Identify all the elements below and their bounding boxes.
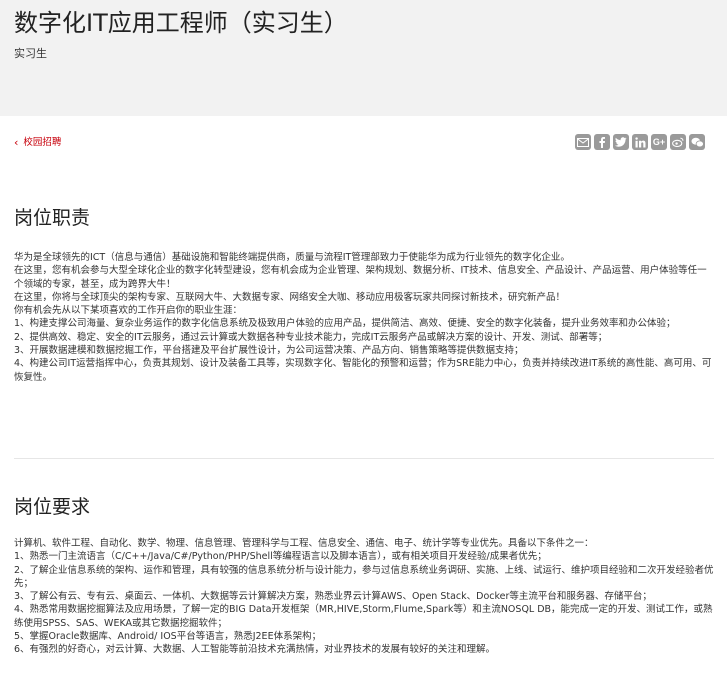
weibo-icon[interactable]: [670, 134, 686, 150]
responsibility-paragraph: 2、提供高效、稳定、安全的IT云服务，通过云计算或大数据各种专业技术能力，完成I…: [14, 331, 608, 343]
responsibility-paragraph: 在这里，您有机会参与大型全球化企业的数字化转型建设，您有机会成为企业管理、架构规…: [14, 265, 707, 290]
requirement-paragraph: 1、熟悉一门主流语言（C/C++/Java/C#/Python/PHP/Shel…: [14, 551, 547, 563]
responsibility-paragraph: 4、构建公司IT运营指挥中心，负责其规划、设计及装备工具等，实现数字化、智能化的…: [14, 358, 712, 383]
twitter-icon[interactable]: [613, 134, 629, 150]
responsibilities-heading: 岗位职责: [14, 207, 91, 229]
responsibilities-section: 岗位职责 华为是全球领先的ICT（信息与通信）基础设施和智能终端提供商，质量与流…: [14, 205, 714, 384]
responsibility-paragraph: 3、开展数据建模和数据挖掘工作，平台搭建及平台扩展性设计，为公司运营决策、产品方…: [14, 345, 524, 357]
page-title: 数字化IT应用工程师（实习生）: [14, 9, 348, 37]
google-plus-icon[interactable]: G+: [651, 134, 667, 150]
share-toolbar: G+: [575, 134, 705, 150]
requirement-paragraph: 6、有强烈的好奇心，对云计算、大数据、人工智能等前沿技术充满热情，对业界技术的发…: [14, 644, 496, 656]
requirement-paragraph: 3、了解公有云、专有云、桌面云、一体机、大数据等云计算解决方案，熟悉业界云计算A…: [14, 591, 652, 603]
requirements-body: 计算机、软件工程、自动化、数学、物理、信息管理、管理科学与工程、信息安全、通信、…: [14, 537, 714, 657]
responsibility-paragraph: 华为是全球领先的ICT（信息与通信）基础设施和智能终端提供商，质量与流程IT管理…: [14, 252, 570, 263]
job-header: 数字化IT应用工程师（实习生） 实习生: [0, 0, 727, 116]
responsibility-paragraph: 1、构建支撑公司海量、复杂业务运作的数字化信息系统及极致用户体验的应用产品，提供…: [14, 318, 676, 330]
linkedin-icon[interactable]: [632, 134, 648, 150]
wechat-icon[interactable]: [689, 134, 705, 150]
requirement-paragraph: 计算机、软件工程、自动化、数学、物理、信息管理、管理科学与工程、信息安全、通信、…: [14, 538, 594, 549]
mail-icon[interactable]: [575, 134, 591, 150]
facebook-icon[interactable]: [594, 134, 610, 150]
responsibility-paragraph: 你有机会先从以下某项喜欢的工作开启你的职业生涯：: [14, 305, 243, 317]
responsibilities-body: 华为是全球领先的ICT（信息与通信）基础设施和智能终端提供商，质量与流程IT管理…: [14, 251, 714, 384]
responsibility-paragraph: 在这里，你将与全球顶尖的架构专家、互联网大牛、大数据专家、网络安全大咖、移动应用…: [14, 291, 566, 303]
requirements-heading: 岗位要求: [14, 496, 91, 518]
back-link-label: 校园招聘: [23, 137, 62, 148]
requirements-section: 岗位要求 计算机、软件工程、自动化、数学、物理、信息管理、管理科学与工程、信息安…: [14, 494, 714, 657]
section-divider: [14, 458, 714, 459]
chevron-left-icon: ‹: [14, 136, 19, 149]
requirement-paragraph: 4、熟悉常用数据挖掘算法及应用场景，了解一定的BIG Data开发框架（MR,H…: [14, 604, 713, 629]
job-type-label: 实习生: [14, 47, 47, 60]
back-to-campus-link[interactable]: ‹ 校园招聘: [14, 136, 61, 150]
requirement-paragraph: 5、掌握Oracle数据库、Android/ IOS平台等语言，熟悉J2EE体系…: [14, 631, 322, 643]
requirement-paragraph: 2、了解企业信息系统的架构、运作和管理，具有较强的信息系统分析与设计能力，参与过…: [14, 564, 714, 589]
